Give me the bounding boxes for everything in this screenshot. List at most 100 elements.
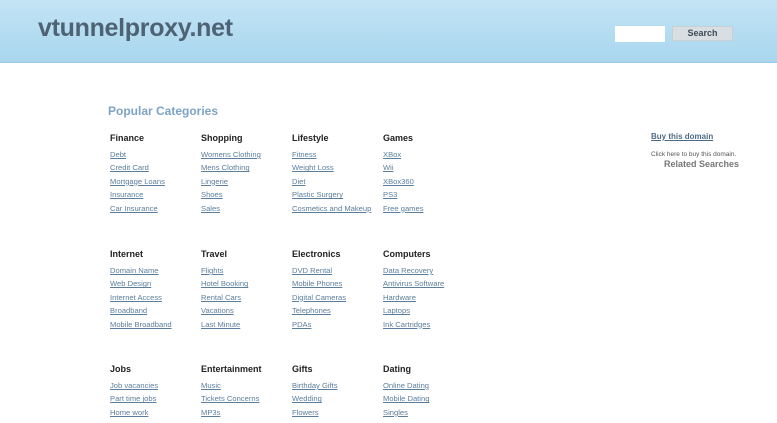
category-link-list: Music Tickets Concerns MP3s (199, 379, 289, 419)
category-link[interactable]: Sales (201, 204, 220, 213)
category-link[interactable]: Insurance (110, 190, 143, 199)
category-link[interactable]: Wedding (292, 394, 322, 403)
category-heading: Finance (110, 133, 145, 143)
category-link[interactable]: Broadband (110, 306, 147, 315)
category-link[interactable]: Rental Cars (201, 293, 241, 302)
list-item: Internet Access (110, 291, 198, 304)
category-link-list: Job vacancies Part time jobs Home work (108, 379, 198, 419)
buy-domain-text: Click here to buy this domain. (651, 151, 737, 158)
category-link[interactable]: Cosmetics and Makeup (292, 204, 371, 213)
list-item: Data Recovery (383, 264, 471, 277)
category-link[interactable]: Mobile Broadband (110, 320, 172, 329)
category-link-list: Data Recovery Antivirus Software Hardware L… (381, 264, 471, 331)
category-link[interactable]: Plastic Surgery (292, 190, 343, 199)
category-link[interactable]: Hardware (383, 293, 416, 302)
category-block: Shopping Womens Clothing Mens Clothing Ling… (199, 132, 289, 215)
category-link[interactable]: Diet (292, 177, 306, 186)
list-item: Credit Card (110, 161, 198, 174)
category-link[interactable]: Fitness (292, 150, 316, 159)
category-link[interactable]: Mens Clothing (201, 163, 250, 172)
category-link[interactable]: Job vacancies (110, 381, 158, 390)
category-link[interactable]: Domain Name (110, 266, 159, 275)
category-link[interactable]: Flights (201, 266, 223, 275)
list-item: Birthday Gifts (292, 379, 380, 392)
category-link[interactable]: Lingerie (201, 177, 228, 186)
list-item: Music (201, 379, 289, 392)
search-input[interactable] (615, 26, 665, 42)
category-link[interactable]: Mobile Phones (292, 279, 342, 288)
category-link[interactable]: Wii (383, 163, 394, 172)
list-item: Cosmetics and Makeup (292, 202, 380, 215)
category-block: Computers Data Recovery Antivirus Software… (381, 248, 471, 331)
category-block: Gifts Birthday Gifts Wedding Flowers (290, 363, 380, 419)
list-item: Digital Cameras (292, 291, 380, 304)
category-link-list: DVD Rental Mobile Phones Digital Cameras Te… (290, 264, 380, 331)
site-title[interactable]: vtunnelproxy.net (38, 14, 233, 43)
category-link[interactable]: Laptops (383, 306, 410, 315)
search-button[interactable]: Search (672, 26, 733, 41)
list-item: Debt (110, 148, 198, 161)
category-block: Dating Online Dating Mobile Dating Singles (381, 363, 471, 419)
category-link[interactable]: PS3 (383, 190, 397, 199)
category-link[interactable]: PDAs (292, 320, 311, 329)
list-item: Job vacancies (110, 379, 198, 392)
header-bar: vtunnelproxy.net Search (0, 0, 777, 63)
category-link-list: Womens Clothing Mens Clothing Lingerie Shoe… (199, 148, 289, 215)
category-link[interactable]: Shoes (201, 190, 223, 199)
category-link-list: XBox Wii XBox360 PS3 Free games (381, 148, 471, 215)
category-link[interactable]: XBox (383, 150, 401, 159)
category-link[interactable]: Ink Cartridges (383, 320, 430, 329)
category-link[interactable]: Mortgage Loans (110, 177, 165, 186)
category-link-list: Debt Credit Card Mortgage Loans Insurance Ca… (108, 148, 198, 215)
list-item: Singles (383, 406, 471, 419)
category-link[interactable]: Car Insurance (110, 204, 158, 213)
category-link[interactable]: Weight Loss (292, 163, 334, 172)
category-heading: Computers (383, 249, 431, 259)
category-link[interactable]: Debt (110, 150, 126, 159)
list-item: Domain Name (110, 264, 198, 277)
category-link[interactable]: Hotel Booking (201, 279, 248, 288)
category-link[interactable]: Tickets Concerns (201, 394, 259, 403)
category-link[interactable]: Web Design (110, 279, 151, 288)
category-link[interactable]: Data Recovery (383, 266, 433, 275)
category-link[interactable]: Singles (383, 408, 408, 417)
category-link-list: Online Dating Mobile Dating Singles (381, 379, 471, 419)
buy-domain-link[interactable]: Buy this domain (651, 132, 713, 141)
category-link[interactable]: Part time jobs (110, 394, 156, 403)
list-item: MP3s (201, 406, 289, 419)
category-heading: Internet (110, 249, 144, 259)
category-link[interactable]: Womens Clothing (201, 150, 261, 159)
list-item: XBox (383, 148, 471, 161)
category-link[interactable]: MP3s (201, 408, 220, 417)
category-heading: Travel (201, 249, 228, 259)
list-item: PDAs (292, 318, 380, 331)
category-link[interactable]: Antivirus Software (383, 279, 444, 288)
category-link[interactable]: Digital Cameras (292, 293, 346, 302)
category-link[interactable]: Mobile Dating (383, 394, 429, 403)
category-heading: Dating (383, 364, 411, 374)
list-item: Womens Clothing (201, 148, 289, 161)
category-link-list: Flights Hotel Booking Rental Cars Vacations… (199, 264, 289, 331)
category-link[interactable]: Credit Card (110, 163, 149, 172)
category-link[interactable]: XBox360 (383, 177, 414, 186)
category-link[interactable]: DVD Rental (292, 266, 332, 275)
category-link[interactable]: Music (201, 381, 221, 390)
category-link[interactable]: Vacations (201, 306, 234, 315)
category-link-list: Domain Name Web Design Internet Access Broa… (108, 264, 198, 331)
list-item: Wedding (292, 392, 380, 405)
category-link[interactable]: Birthday Gifts (292, 381, 338, 390)
category-link[interactable]: Home work (110, 408, 148, 417)
list-item: Web Design (110, 277, 198, 290)
list-item: Online Dating (383, 379, 471, 392)
category-block: Lifestyle Fitness Weight Loss Diet Plastic S… (290, 132, 380, 215)
category-heading: Shopping (201, 133, 243, 143)
category-link[interactable]: Internet Access (110, 293, 162, 302)
category-link[interactable]: Flowers (292, 408, 319, 417)
category-heading: Jobs (110, 364, 132, 374)
list-item: Home work (110, 406, 198, 419)
list-item: Weight Loss (292, 161, 380, 174)
category-link[interactable]: Free games (383, 204, 424, 213)
category-link[interactable]: Online Dating (383, 381, 429, 390)
category-link[interactable]: Last Minute (201, 320, 240, 329)
category-link[interactable]: Telephones (292, 306, 331, 315)
